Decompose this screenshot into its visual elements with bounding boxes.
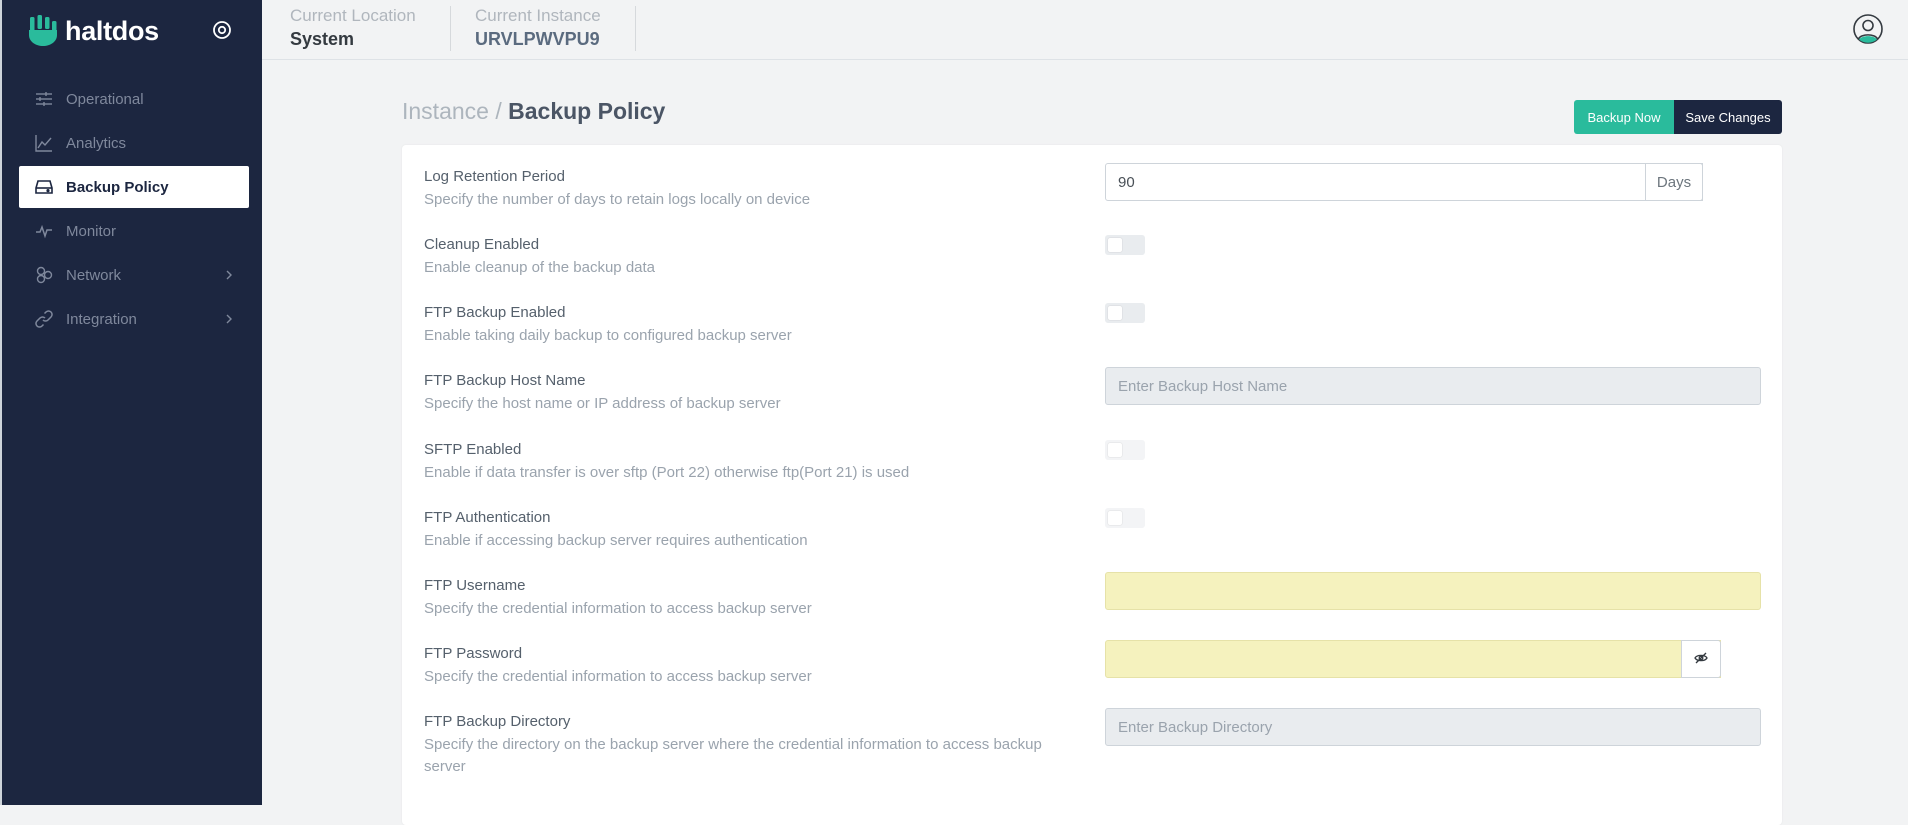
sidebar-item-label: Operational	[66, 90, 144, 108]
sftp-toggle[interactable]	[1105, 440, 1145, 460]
setting-ftp-password: FTP Password Specify the credential info…	[424, 640, 1764, 688]
breadcrumb[interactable]: Instance /	[402, 98, 502, 124]
setting-title: FTP Backup Enabled	[424, 304, 566, 321]
cleanup-toggle[interactable]	[1105, 235, 1145, 255]
setting-description: Enable cleanup of the backup data	[424, 259, 656, 276]
setting-ftp-auth: FTP Authentication Enable if accessing b…	[424, 508, 1764, 552]
sidebar-toggle-icon[interactable]	[212, 20, 232, 40]
setting-ftp-directory: FTP Backup Directory Specify the directo…	[424, 708, 1764, 778]
setting-ftp-backup: FTP Backup Enabled Enable taking daily b…	[424, 303, 1764, 347]
ftp-host-input[interactable]: Enter Backup Host Name	[1105, 367, 1761, 405]
page-title: Backup Policy	[508, 98, 666, 124]
topbar-divider	[635, 6, 636, 51]
setting-title: Cleanup Enabled	[424, 236, 540, 253]
ftp-password-input[interactable]	[1105, 640, 1721, 678]
ftp-auth-toggle[interactable]	[1105, 508, 1145, 528]
current-location-label: Current Location	[290, 6, 416, 25]
sidebar-item-analytics[interactable]: Analytics	[19, 122, 249, 164]
current-location[interactable]: Current Location System	[290, 6, 416, 50]
sidebar-item-monitor[interactable]: Monitor	[19, 210, 249, 252]
sidebar-item-backup-policy[interactable]: Backup Policy	[19, 166, 249, 208]
setting-description: Enable taking daily backup to configured…	[424, 327, 792, 344]
setting-description: Enable if data transfer is over sftp (Po…	[424, 464, 910, 481]
setting-description: Enable if accessing backup server requir…	[424, 532, 808, 549]
ftp-backup-toggle[interactable]	[1105, 303, 1145, 323]
current-location-value: System	[290, 29, 355, 49]
setting-title: FTP Authentication	[424, 509, 551, 526]
sidebar-item-label: Backup Policy	[66, 178, 169, 196]
brand[interactable]: haltdos	[28, 14, 159, 48]
days-addon: Days	[1645, 163, 1703, 201]
sidebar-nav: Operational Analytics Backup Policy Moni…	[19, 78, 249, 342]
sidebar-item-label: Analytics	[66, 134, 127, 152]
log-retention-group: 90 Days	[1105, 163, 1703, 201]
sliders-icon	[35, 90, 53, 108]
sidebar-item-label: Integration	[66, 310, 137, 328]
brand-name: haltdos	[65, 15, 159, 46]
pulse-icon	[35, 222, 53, 240]
setting-sftp: SFTP Enabled Enable if data transfer is …	[424, 440, 1764, 484]
topbar: Current Location System Current Instance…	[262, 0, 1908, 60]
ftp-username-input[interactable]	[1105, 572, 1761, 610]
current-instance-value: URVLPWVPU9	[475, 29, 600, 49]
hard-drive-icon	[35, 178, 53, 196]
user-avatar-icon[interactable]	[1852, 13, 1884, 45]
link-icon	[35, 310, 53, 328]
sidebar-item-label: Monitor	[66, 222, 117, 240]
page-header: Instance / Backup Policy	[402, 98, 665, 125]
backup-now-button[interactable]: Backup Now	[1574, 100, 1674, 134]
setting-log-retention: Log Retention Period Specify the number …	[424, 163, 1764, 211]
topbar-divider	[450, 6, 451, 51]
current-instance-label: Current Instance	[475, 6, 601, 25]
setting-ftp-host: FTP Backup Host Name Specify the host na…	[424, 367, 1764, 415]
backup-policy-card: Log Retention Period Specify the number …	[402, 145, 1782, 825]
setting-description: Specify the host name or IP address of b…	[424, 395, 781, 412]
sidebar-item-label: Network	[66, 266, 122, 284]
save-changes-button[interactable]: Save Changes	[1674, 100, 1782, 134]
password-visibility-button[interactable]	[1681, 640, 1721, 678]
chevron-right-icon	[223, 268, 235, 282]
setting-title: SFTP Enabled	[424, 441, 522, 458]
ftp-directory-input[interactable]: Enter Backup Directory	[1105, 708, 1761, 746]
setting-description: Specify the number of days to retain log…	[424, 191, 811, 208]
sidebar-item-operational[interactable]: Operational	[19, 78, 249, 120]
eye-off-icon	[1694, 651, 1708, 668]
chevron-right-icon	[223, 312, 235, 326]
setting-description: Specify the credential information to ac…	[424, 600, 812, 617]
network-icon	[35, 266, 53, 284]
line-chart-icon	[35, 134, 53, 152]
log-retention-input[interactable]: 90	[1105, 163, 1703, 201]
setting-description: Specify the directory on the backup serv…	[424, 736, 1042, 775]
sidebar: haltdos Operational Analytics Backup Pol…	[0, 0, 262, 805]
sidebar-item-network[interactable]: Network	[19, 254, 249, 296]
setting-ftp-username: FTP Username Specify the credential info…	[424, 572, 1764, 620]
setting-cleanup: Cleanup Enabled Enable cleanup of the ba…	[424, 235, 1764, 279]
current-instance[interactable]: Current Instance URVLPWVPU9	[475, 6, 601, 50]
sidebar-item-integration[interactable]: Integration	[19, 298, 249, 340]
setting-description: Specify the credential information to ac…	[424, 668, 812, 685]
haltdos-logo-icon	[28, 15, 58, 47]
